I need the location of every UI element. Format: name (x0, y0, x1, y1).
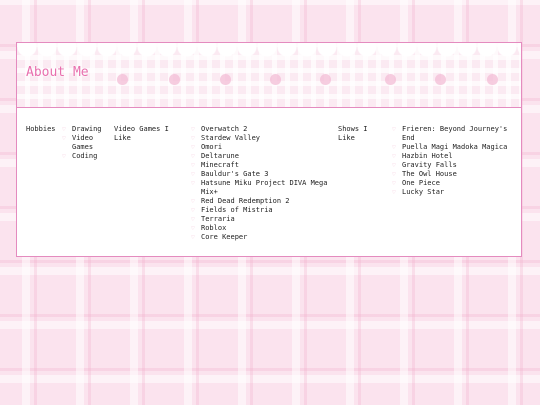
list-item: ♡ Drawing (62, 125, 102, 133)
heart-icon: ♡ (392, 153, 396, 160)
shows-label: Shows I Like (338, 125, 368, 142)
heart-icon: ♡ (191, 198, 195, 205)
strawberry-decoration (117, 74, 128, 85)
list-item: ♡ Terraria (191, 215, 235, 223)
heart-icon: ♡ (191, 162, 195, 169)
strawberry-decoration (270, 74, 281, 85)
heart-icon: ♡ (62, 126, 66, 133)
list-item: ♡ Puella Magi Madoka Magica (392, 143, 508, 151)
list-item: ♡ Hazbin Hotel (392, 152, 453, 160)
heart-icon: ♡ (62, 153, 66, 160)
list-item: ♡ Coding (62, 152, 98, 160)
list-item: ♡ The Owl House (392, 170, 457, 178)
list-item: ♡ Minecraft (191, 161, 239, 169)
list-item: ♡ Stardew Valley (191, 134, 261, 142)
list-item: ♡ Roblox (191, 224, 227, 232)
page-title: About Me (26, 65, 89, 80)
heart-icon: ♡ (191, 207, 195, 214)
heart-icon: ♡ (191, 225, 195, 232)
heart-icon: ♡ (392, 144, 396, 151)
heart-icon: ♡ (191, 171, 195, 178)
strawberry-decoration (435, 74, 446, 85)
heart-icon: ♡ (392, 171, 396, 178)
heart-icon: ♡ (191, 216, 195, 223)
games-label: Video Games I Like (114, 125, 169, 142)
list-item: ♡ Overwatch 2 (191, 125, 248, 133)
list-item: ♡ Bauldur's Gate 3 (191, 170, 269, 178)
heart-icon: ♡ (392, 126, 396, 133)
heart-icon: ♡ (392, 180, 396, 187)
about-me-panel: About Me Hobbies ♡ Drawing ♡ Video Games ♡… (16, 42, 522, 257)
heart-icon: ♡ (191, 135, 195, 142)
heart-icon: ♡ (392, 162, 396, 169)
list-item: ♡ Lucky Star (392, 188, 445, 196)
heart-icon: ♡ (191, 153, 195, 160)
list-item: ♡ Frieren: Beyond Journey's End (392, 125, 508, 142)
list-item: ♡ Omori (191, 143, 223, 151)
list-item: ♡ Core Keeper (191, 233, 248, 241)
about-content: Hobbies ♡ Drawing ♡ Video Games ♡ Coding Vi… (17, 108, 521, 256)
panel-header: About Me (17, 43, 521, 108)
strawberry-decoration (487, 74, 498, 85)
list-item: ♡ Red Dead Redemption 2 (191, 197, 290, 205)
lace-trim (17, 43, 521, 59)
strawberry-decoration (320, 74, 331, 85)
heart-icon: ♡ (392, 189, 396, 196)
strawberry-decoration (385, 74, 396, 85)
list-item: ♡ Video Games (62, 134, 94, 151)
list-item: ♡ Deltarune (191, 152, 239, 160)
list-item: ♡ Gravity Falls (392, 161, 457, 169)
list-item: ♡ One Piece (392, 179, 440, 187)
heart-icon: ♡ (191, 180, 195, 187)
shows-list: ♡ Frieren: Beyond Journey's End ♡ Puella M… (392, 125, 520, 197)
heart-icon: ♡ (191, 234, 195, 241)
strawberry-decoration (169, 74, 180, 85)
heart-icon: ♡ (191, 144, 195, 151)
heart-icon: ♡ (62, 135, 66, 142)
list-item: ♡ Hatsune Miku Project DIVA Mega Mix+ (191, 179, 328, 196)
strawberry-decoration (220, 74, 231, 85)
list-item: ♡ Fields of Mistria (191, 206, 273, 214)
games-list: ♡ Overwatch 2 ♡ Stardew Valley ♡ Omori ♡ Del… (191, 125, 331, 242)
hobbies-list: ♡ Drawing ♡ Video Games ♡ Coding (62, 125, 110, 161)
heart-icon: ♡ (191, 126, 195, 133)
